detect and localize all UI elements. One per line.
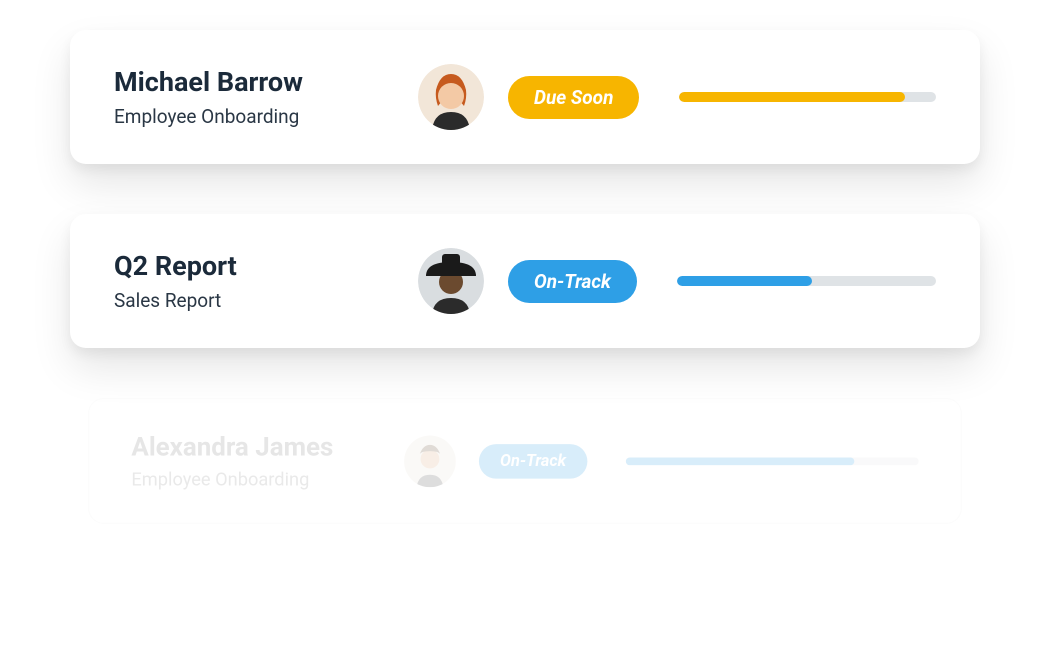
task-card[interactable]: Q2 Report Sales Report On-Track: [70, 214, 980, 348]
avatar: [418, 64, 484, 130]
card-title: Q2 Report: [114, 250, 394, 282]
progress-bar: [677, 276, 936, 286]
card-subtitle: Employee Onboarding: [131, 468, 381, 490]
card-subtitle: Sales Report: [114, 289, 394, 312]
progress-bar: [626, 457, 919, 465]
avatar: [404, 435, 456, 487]
avatar-icon: [418, 64, 484, 130]
card-subtitle: Employee Onboarding: [114, 105, 394, 128]
status-badge: On-Track: [508, 260, 637, 303]
card-text: Alexandra James Employee Onboarding: [131, 432, 381, 491]
avatar: [418, 248, 484, 314]
card-text: Michael Barrow Employee Onboarding: [114, 66, 394, 127]
card-title: Alexandra James: [131, 432, 381, 463]
status-badge: Due Soon: [508, 76, 639, 119]
card-title: Michael Barrow: [114, 66, 394, 98]
card-text: Q2 Report Sales Report: [114, 250, 394, 311]
progress-fill: [677, 276, 812, 286]
progress-fill: [626, 457, 855, 465]
progress-fill: [679, 92, 905, 102]
avatar-icon: [404, 435, 456, 487]
status-badge: On-Track: [479, 444, 587, 479]
progress-bar: [679, 92, 936, 102]
avatar-icon: [418, 248, 484, 314]
task-card[interactable]: Michael Barrow Employee Onboarding Due S…: [70, 30, 980, 164]
task-card[interactable]: Alexandra James Employee Onboarding On-T…: [88, 398, 962, 524]
